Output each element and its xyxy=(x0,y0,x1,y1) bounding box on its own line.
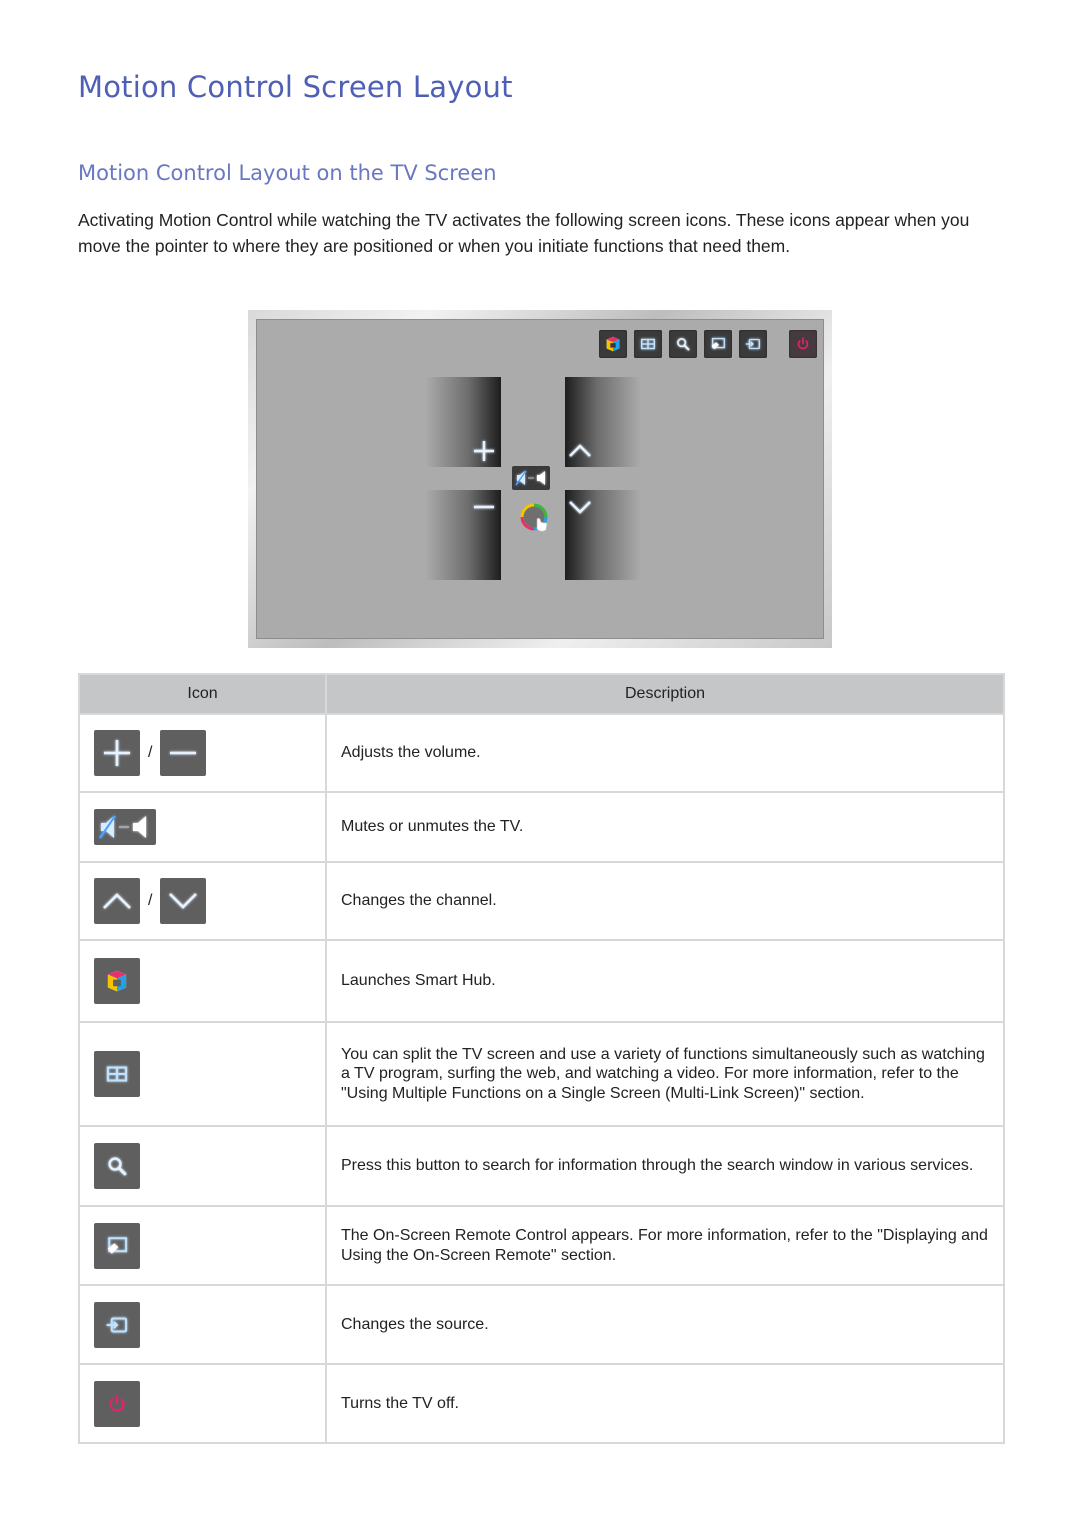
intro-paragraph: Activating Motion Control while watching… xyxy=(78,210,970,256)
row-description: Turns the TV off. xyxy=(325,1363,1005,1444)
on-screen-remote-icon xyxy=(94,1222,140,1269)
table-row: Changes the source. xyxy=(78,1284,1005,1365)
row-description: Changes the channel. xyxy=(325,861,1005,941)
tv-top-bar xyxy=(599,330,817,358)
search-icon xyxy=(94,1143,140,1189)
icon-description-table: Icon Description / Adjusts the volume. M… xyxy=(78,673,1005,1444)
channel-up-icon xyxy=(94,878,140,924)
tv-screen-figure xyxy=(248,310,832,648)
pointer-icon xyxy=(519,502,553,536)
channel-down-icon xyxy=(567,494,593,520)
mute-toggle-icon xyxy=(512,466,550,490)
table-row: Mutes or unmutes the TV. xyxy=(78,791,1005,863)
channel-down-icon xyxy=(160,878,207,924)
volume-up-icon xyxy=(471,438,497,464)
table-row: Press this button to search for informat… xyxy=(78,1125,1005,1207)
table-row: / Adjusts the volume. xyxy=(78,713,1005,793)
channel-up-icon xyxy=(567,438,593,464)
smart-hub-icon xyxy=(94,958,140,1004)
mute-toggle-icon xyxy=(94,809,156,845)
table-row: / Changes the channel. xyxy=(78,861,1005,941)
volume-down-icon xyxy=(471,494,497,520)
search-icon xyxy=(669,330,697,358)
source-icon xyxy=(94,1301,140,1348)
power-icon xyxy=(789,330,817,358)
table-row: Launches Smart Hub. xyxy=(78,939,1005,1023)
table-row: The On-Screen Remote Control appears. Fo… xyxy=(78,1205,1005,1286)
row-description: Press this button to search for informat… xyxy=(325,1125,1005,1207)
multi-link-screen-icon xyxy=(634,330,662,358)
page-title: Motion Control Screen Layout xyxy=(78,70,513,104)
icon-separator: / xyxy=(148,892,153,909)
on-screen-remote-icon xyxy=(704,330,732,358)
row-description: Mutes or unmutes the TV. xyxy=(325,791,1005,863)
table-row: You can split the TV screen and use a va… xyxy=(78,1021,1005,1127)
table-row: Turns the TV off. xyxy=(78,1363,1005,1444)
row-description: Changes the source. xyxy=(325,1284,1005,1365)
icon-separator: / xyxy=(148,744,153,761)
column-header-icon: Icon xyxy=(78,673,327,715)
tv-screen xyxy=(256,319,824,639)
volume-up-icon xyxy=(94,730,140,776)
volume-down-icon xyxy=(160,730,207,776)
section-title: Motion Control Layout on the TV Screen xyxy=(78,161,497,185)
row-description: Launches Smart Hub. xyxy=(325,939,1005,1023)
row-description: Adjusts the volume. xyxy=(325,713,1005,793)
row-description: You can split the TV screen and use a va… xyxy=(325,1021,1005,1127)
multi-link-screen-icon xyxy=(94,1051,140,1097)
table-header-row: Icon Description xyxy=(78,673,1005,715)
column-header-description: Description xyxy=(325,673,1005,715)
row-description: The On-Screen Remote Control appears. Fo… xyxy=(325,1205,1005,1286)
smart-hub-icon xyxy=(599,330,627,358)
power-icon xyxy=(94,1380,140,1427)
source-icon xyxy=(739,330,767,358)
